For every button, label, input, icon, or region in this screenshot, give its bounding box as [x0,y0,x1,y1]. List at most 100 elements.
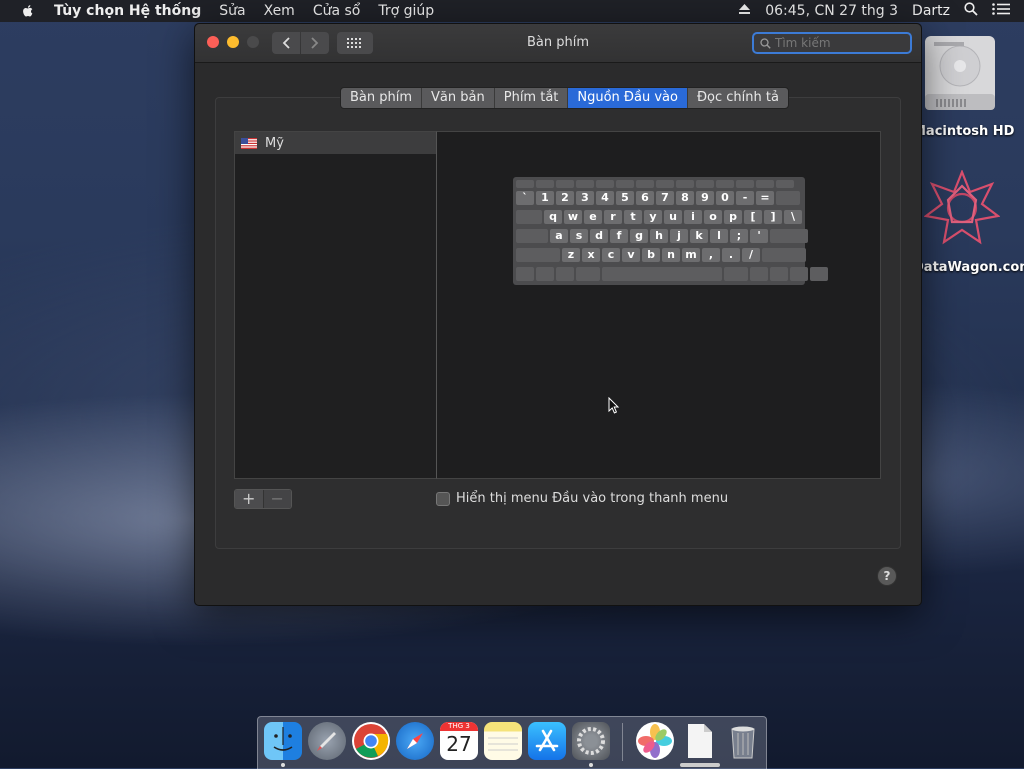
remove-source-button[interactable]: − [262,490,291,508]
clock[interactable]: 06:45, CN 27 thg 3 [765,3,898,19]
mouse-cursor-icon [608,397,620,414]
keyboard-blank-key [516,210,542,224]
keyboard-key: q [544,210,562,224]
safari-icon[interactable] [396,722,434,760]
keyboard-key: y [644,210,662,224]
key-row-3: a s d f g h j k l; ' [516,229,810,243]
launchpad-icon[interactable] [308,722,346,760]
keyboard-key: ' [750,229,768,243]
dock: THG 3 27 [257,716,767,769]
menu-app-name[interactable]: Tùy chọn Hệ thống [54,3,201,19]
function-key [636,180,654,188]
tab-bar: Bàn phím Văn bản Phím tắt Nguồn Đầu vào … [340,87,789,109]
notification-center-icon[interactable] [992,3,1010,19]
keyboard-blank-key [770,229,808,243]
search-icon [760,37,771,49]
keyboard-key: v [622,248,640,262]
keyboard-blank-key [556,267,574,281]
function-key [716,180,734,188]
keyboard-key: x [582,248,600,262]
calendar-month: THG 3 [440,722,478,731]
desktop-drive-icon[interactable] [924,34,996,116]
keyboard-key: e [584,210,602,224]
system-preferences-icon[interactable] [572,722,610,760]
function-key [736,180,754,188]
tab-keyboard[interactable]: Bàn phím [341,88,423,108]
tab-dictation[interactable]: Đọc chính tả [688,88,788,108]
function-key [656,180,674,188]
function-key [676,180,694,188]
menu-window[interactable]: Cửa sổ [313,3,361,19]
tab-shortcuts[interactable]: Phím tắt [495,88,569,108]
keyboard-key: - [736,191,754,205]
function-key-row [516,180,796,188]
keyboard-blank-key [750,267,768,281]
keyboard-key: ] [764,210,782,224]
keyboard-key: h [650,229,668,243]
keyboard-blank-key [762,248,806,262]
finder-icon[interactable] [264,722,302,760]
photos-icon[interactable] [636,722,674,760]
keyboard-layout-preview: ` 1 2 3 4 5 6 7 8 9 0- = q w e r t y u i o p[] \ a s d f g h j k l; ' … [513,177,828,285]
keyboard-key: k [690,229,708,243]
keyboard-key: ; [730,229,748,243]
notes-icon[interactable] [484,722,522,760]
desktop-app-icon[interactable] [923,169,1001,250]
title-bar[interactable]: Bàn phím Tìm kiếm [195,24,921,63]
keyboard-key: \ [784,210,802,224]
trash-icon[interactable] [724,722,762,760]
add-remove-control: + − [234,489,292,509]
help-button[interactable]: ? [877,566,897,586]
keyboard-blank-key [790,267,808,281]
keyboard-key: 6 [636,191,654,205]
keyboard-key: i [684,210,702,224]
keyboard-blank-key [516,248,560,262]
keyboard-key: / [742,248,760,262]
desktop-app-label: DataWagon.com [913,260,1024,275]
keyboard-key: f [610,229,628,243]
user-menu[interactable]: Dartz [912,3,950,19]
keyboard-blank-key [770,267,788,281]
add-source-button[interactable]: + [235,490,263,508]
keyboard-key: n [662,248,680,262]
desktop-drive-label: Macintosh HD [913,124,1015,139]
eject-icon[interactable] [738,3,751,19]
menu-view[interactable]: Xem [264,3,295,19]
keyboard-key: , [702,248,720,262]
tab-input-sources[interactable]: Nguồn Đầu vào [568,88,688,108]
keyboard-key: 7 [656,191,674,205]
apple-icon[interactable] [20,3,36,19]
keyboard-key: 4 [596,191,614,205]
menu-help[interactable]: Trợ giúp [378,3,434,19]
keyboard-blank-key [602,267,722,281]
dock-scroll-indicator [680,763,720,767]
keyboard-key: u [664,210,682,224]
show-input-menu-checkbox[interactable]: Hiển thị menu Đầu vào trong thanh menu [436,491,728,506]
input-sources-list[interactable]: Mỹ [234,131,437,479]
keyboard-key: = [756,191,774,205]
keyboard-key: [ [744,210,762,224]
keyboard-key: d [590,229,608,243]
keyboard-blank-key [776,191,800,205]
menu-edit[interactable]: Sửa [219,3,245,19]
app-store-icon[interactable] [528,722,566,760]
keyboard-key: 0 [716,191,734,205]
search-placeholder: Tìm kiếm [775,36,831,50]
checkbox-box[interactable] [436,491,450,506]
document-icon[interactable] [680,722,718,760]
status-area: 06:45, CN 27 thg 3 Dartz [738,0,1024,22]
keyboard-key: 5 [616,191,634,205]
list-item[interactable]: Mỹ [235,132,436,154]
calendar-icon[interactable]: THG 3 27 [440,722,478,760]
keyboard-key: o [704,210,722,224]
keyboard-key: c [602,248,620,262]
tab-text[interactable]: Văn bản [422,88,495,108]
keyboard-key: m [682,248,700,262]
keyboard-key: . [722,248,740,262]
spotlight-icon[interactable] [964,2,978,20]
keyboard-key: 1 [536,191,554,205]
hard-drive-icon [925,36,995,110]
chrome-icon[interactable] [352,722,390,760]
keyboard-blank-key [724,267,748,281]
search-field[interactable]: Tìm kiếm [752,32,912,54]
